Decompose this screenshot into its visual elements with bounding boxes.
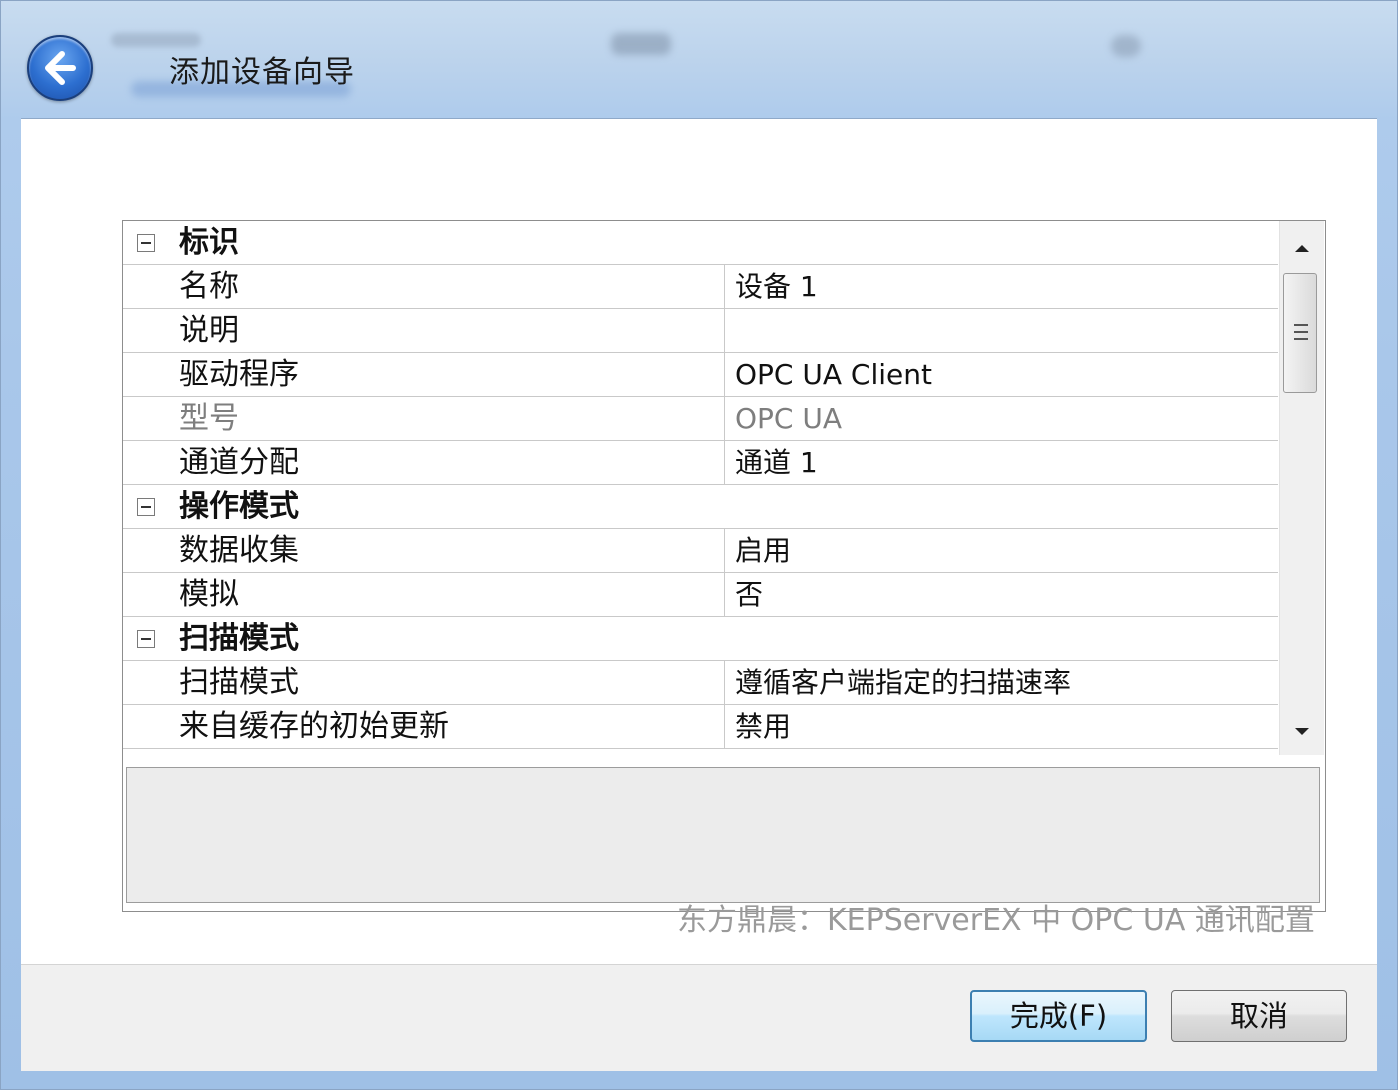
column-divider: [724, 309, 725, 352]
back-button[interactable]: [27, 35, 93, 101]
property-value[interactable]: 遵循客户端指定的扫描速率: [735, 661, 1071, 704]
property-value: OPC UA: [735, 402, 843, 435]
collapse-icon[interactable]: [137, 498, 155, 516]
property-name: 名称: [179, 269, 239, 304]
scroll-up-button[interactable]: [1280, 225, 1324, 269]
column-divider: [724, 353, 725, 396]
vertical-scrollbar[interactable]: [1279, 221, 1324, 755]
category-label: 操作模式: [179, 489, 299, 524]
scroll-up-arrow-icon: [1295, 245, 1309, 252]
property-row[interactable]: 来自缓存的初始更新 禁用: [123, 705, 1278, 749]
category-row[interactable]: 扫描模式: [123, 617, 1278, 661]
property-row[interactable]: 型号 OPC UA: [123, 397, 1278, 441]
property-name: 通道分配: [179, 445, 299, 480]
property-name: 型号: [179, 401, 239, 436]
scroll-down-button[interactable]: [1280, 711, 1324, 755]
column-divider: [724, 397, 725, 440]
property-row[interactable]: 驱动程序 OPC UA Client: [123, 353, 1278, 397]
property-value[interactable]: 设备 1: [735, 265, 818, 308]
collapse-icon[interactable]: [137, 630, 155, 648]
scroll-down-arrow-icon: [1295, 728, 1309, 735]
property-grid: 标识 名称 设备 1 说明 驱动程序 OPC UA Client 型号 OPC UA 通道分配通…: [122, 220, 1326, 912]
column-divider: [724, 573, 725, 616]
property-name: 模拟: [179, 577, 239, 612]
category-label: 扫描模式: [179, 621, 299, 656]
column-divider: [724, 661, 725, 704]
property-row[interactable]: 数据收集 启用: [123, 529, 1278, 573]
property-name: 来自缓存的初始更新: [179, 709, 449, 744]
description-pane: [126, 767, 1320, 903]
watermark-text: 东方鼎晨：KEPServerEX 中 OPC UA 通讯配置: [677, 903, 1315, 938]
category-label: 标识: [179, 225, 239, 260]
window-title: 添加设备向导: [169, 55, 355, 90]
property-value[interactable]: 启用: [735, 529, 791, 572]
scrollbar-thumb[interactable]: [1283, 273, 1317, 393]
property-row[interactable]: 说明: [123, 309, 1278, 353]
property-row[interactable]: 名称 设备 1: [123, 265, 1278, 309]
property-value[interactable]: 否: [735, 573, 763, 616]
property-row[interactable]: 模拟 否: [123, 573, 1278, 617]
column-divider: [724, 705, 725, 748]
cancel-button[interactable]: 取消: [1171, 990, 1347, 1042]
property-value[interactable]: 通道 1: [735, 441, 818, 484]
category-row[interactable]: 标识: [123, 221, 1278, 265]
column-divider: [724, 441, 725, 484]
property-rows: 标识 名称 设备 1 说明 驱动程序 OPC UA Client 型号 OPC UA 通道分配通…: [123, 221, 1278, 755]
back-arrow-icon: [45, 51, 76, 85]
property-name: 扫描模式: [179, 665, 299, 700]
property-value[interactable]: 禁用: [735, 705, 791, 748]
category-row[interactable]: 操作模式: [123, 485, 1278, 529]
property-value[interactable]: OPC UA Client: [735, 353, 932, 396]
property-row[interactable]: 通道分配 通道 1: [123, 441, 1278, 485]
grip-icon: [1294, 324, 1308, 340]
column-divider: [724, 265, 725, 308]
column-divider: [724, 529, 725, 572]
property-row[interactable]: 扫描模式 遵循客户端指定的扫描速率: [123, 661, 1278, 705]
property-name: 数据收集: [179, 533, 299, 568]
property-name: 说明: [179, 313, 239, 348]
property-name: 驱动程序: [179, 357, 299, 392]
collapse-icon[interactable]: [137, 234, 155, 252]
wizard-window: 添加设备向导 标识名称 设备 1 说明驱动程序 OPC UA Client 型号 OPC …: [0, 0, 1398, 1090]
finish-button[interactable]: 完成(F): [970, 990, 1147, 1042]
